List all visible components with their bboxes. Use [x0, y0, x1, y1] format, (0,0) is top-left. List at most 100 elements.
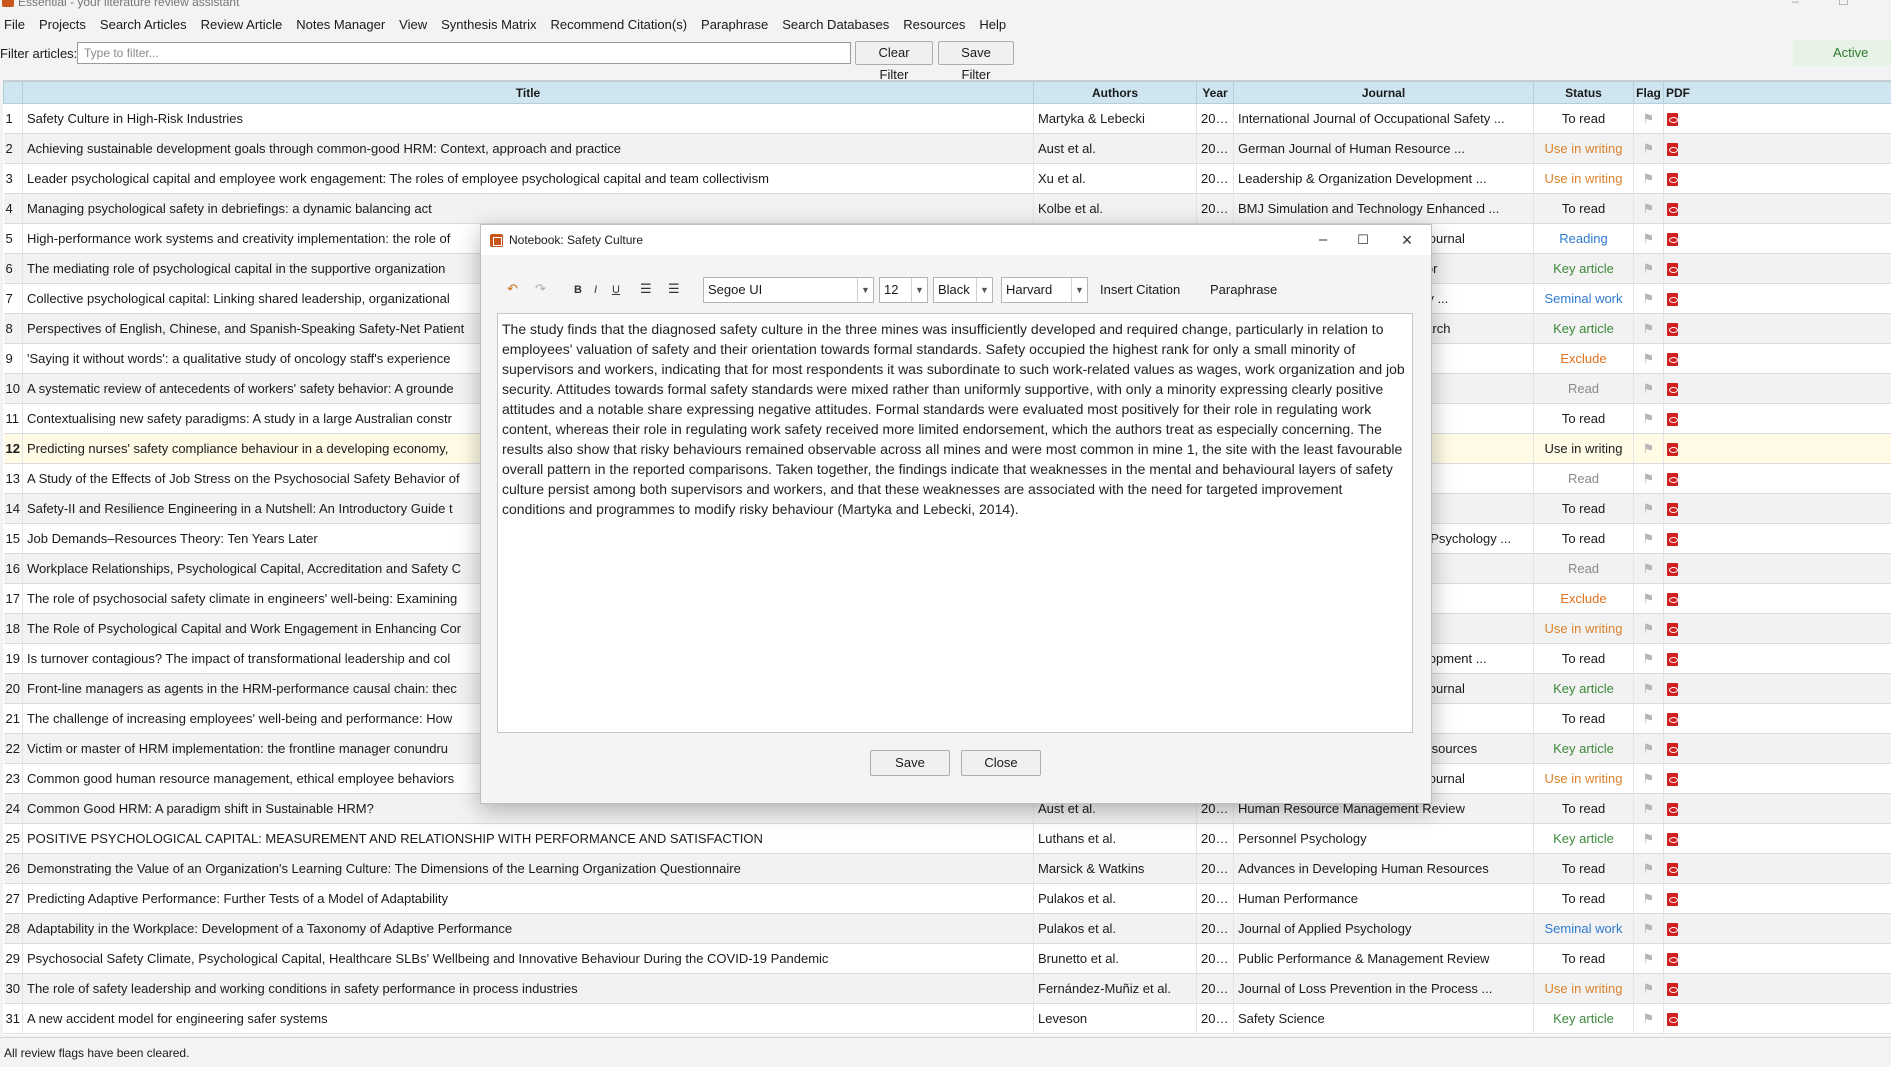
cell-status[interactable]: Read [1533, 463, 1634, 494]
cell-flag[interactable]: ⚑ [1633, 613, 1664, 644]
underline-icon[interactable]: U [612, 284, 620, 296]
cell-pdf[interactable] [1663, 493, 1891, 524]
cell-pdf[interactable] [1663, 973, 1891, 1004]
pdf-icon[interactable] [1667, 803, 1678, 817]
maximize-icon[interactable]: ☐ [1343, 227, 1383, 253]
cell-pdf[interactable] [1663, 283, 1891, 314]
table-row[interactable]: 26 Demonstrating the Value of an Organiza… [3, 853, 1891, 884]
cell-flag[interactable]: ⚑ [1633, 763, 1664, 794]
cell-pdf[interactable] [1663, 823, 1891, 854]
menu-recommend-citations[interactable]: Recommend Citation(s) [543, 14, 694, 36]
cell-flag[interactable]: ⚑ [1633, 373, 1664, 404]
cell-status[interactable]: Read [1533, 553, 1634, 584]
pdf-icon[interactable] [1667, 143, 1678, 157]
paraphrase-button[interactable]: Paraphrase [1210, 282, 1277, 297]
cell-flag[interactable]: ⚑ [1633, 943, 1664, 974]
column-header-title[interactable]: Title [22, 81, 1034, 104]
cell-pdf[interactable] [1663, 913, 1891, 944]
flag-icon[interactable]: ⚑ [1643, 891, 1655, 906]
cell-status[interactable]: To read [1533, 403, 1634, 434]
cell-status[interactable]: Key article [1533, 313, 1634, 344]
pdf-icon[interactable] [1667, 323, 1678, 337]
pdf-icon[interactable] [1667, 443, 1678, 457]
menu-review-article[interactable]: Review Article [194, 14, 290, 36]
pdf-icon[interactable] [1667, 293, 1678, 307]
flag-icon[interactable]: ⚑ [1643, 771, 1655, 786]
pdf-icon[interactable] [1667, 473, 1678, 487]
cell-pdf[interactable] [1663, 373, 1891, 404]
pdf-icon[interactable] [1667, 833, 1678, 847]
undo-icon[interactable]: ↶ [507, 281, 518, 297]
menu-notes-manager[interactable]: Notes Manager [289, 14, 392, 36]
pdf-icon[interactable] [1667, 863, 1678, 877]
cell-flag[interactable]: ⚑ [1633, 163, 1664, 194]
bullet-list-icon[interactable]: ☰ [640, 281, 652, 297]
pdf-icon[interactable] [1667, 983, 1678, 997]
cell-flag[interactable]: ⚑ [1633, 223, 1664, 254]
cell-flag[interactable]: ⚑ [1633, 523, 1664, 554]
menu-synthesis-matrix[interactable]: Synthesis Matrix [434, 14, 543, 36]
cell-status[interactable]: Key article [1533, 1003, 1634, 1034]
redo-icon[interactable]: ↷ [535, 281, 546, 297]
flag-icon[interactable]: ⚑ [1643, 201, 1655, 216]
cell-flag[interactable]: ⚑ [1633, 883, 1664, 914]
cell-status[interactable]: Exclude [1533, 583, 1634, 614]
save-filter-button[interactable]: Save Filter [938, 41, 1014, 82]
cell-status[interactable]: To read [1533, 793, 1634, 824]
flag-icon[interactable]: ⚑ [1643, 681, 1655, 696]
cell-status[interactable]: To read [1533, 853, 1634, 884]
cell-flag[interactable]: ⚑ [1633, 673, 1664, 704]
flag-icon[interactable]: ⚑ [1643, 621, 1655, 636]
cell-pdf[interactable] [1663, 403, 1891, 434]
cell-flag[interactable]: ⚑ [1633, 133, 1664, 164]
pdf-icon[interactable] [1667, 173, 1678, 187]
font-color-select[interactable]: Black ▼ [933, 277, 993, 303]
close-icon[interactable]: × [1387, 227, 1427, 253]
cell-flag[interactable]: ⚑ [1633, 733, 1664, 764]
maximize-icon[interactable]: ☐ [1838, 0, 1849, 8]
cell-status[interactable]: Seminal work [1533, 283, 1634, 314]
flag-icon[interactable]: ⚑ [1643, 321, 1655, 336]
cell-flag[interactable]: ⚑ [1633, 823, 1664, 854]
cell-flag[interactable]: ⚑ [1633, 343, 1664, 374]
table-row[interactable]: 25 POSITIVE PSYCHOLOGICAL CAPITAL: MEASUR… [3, 823, 1891, 854]
menu-view[interactable]: View [392, 14, 434, 36]
cell-flag[interactable]: ⚑ [1633, 973, 1664, 1004]
menu-search-databases[interactable]: Search Databases [775, 14, 896, 36]
flag-icon[interactable]: ⚑ [1643, 501, 1655, 516]
cell-status[interactable]: To read [1533, 703, 1634, 734]
pdf-icon[interactable] [1667, 113, 1678, 127]
flag-icon[interactable]: ⚑ [1643, 261, 1655, 276]
cell-pdf[interactable] [1663, 343, 1891, 374]
pdf-icon[interactable] [1667, 203, 1678, 217]
cell-pdf[interactable] [1663, 553, 1891, 584]
cell-status[interactable]: To read [1533, 943, 1634, 974]
column-header-pdf[interactable]: PDF [1663, 81, 1891, 104]
cell-flag[interactable]: ⚑ [1633, 283, 1664, 314]
cell-pdf[interactable] [1663, 1003, 1891, 1034]
italic-icon[interactable]: I [594, 284, 597, 296]
menu-file[interactable]: File [0, 14, 32, 36]
cell-status[interactable]: Key article [1533, 253, 1634, 284]
cell-flag[interactable]: ⚑ [1633, 703, 1664, 734]
minimize-icon[interactable]: – [1792, 0, 1799, 8]
cell-flag[interactable]: ⚑ [1633, 253, 1664, 284]
cell-status[interactable]: To read [1533, 523, 1634, 554]
menu-search-articles[interactable]: Search Articles [93, 14, 194, 36]
cell-flag[interactable]: ⚑ [1633, 433, 1664, 464]
flag-icon[interactable]: ⚑ [1643, 111, 1655, 126]
cell-flag[interactable]: ⚑ [1633, 103, 1664, 134]
cell-flag[interactable]: ⚑ [1633, 493, 1664, 524]
cell-flag[interactable]: ⚑ [1633, 853, 1664, 884]
bold-icon[interactable]: B [574, 284, 582, 296]
flag-icon[interactable]: ⚑ [1643, 471, 1655, 486]
column-header-index[interactable] [3, 81, 23, 104]
save-button[interactable]: Save [870, 750, 950, 776]
cell-status[interactable]: Use in writing [1533, 973, 1634, 1004]
pdf-icon[interactable] [1667, 503, 1678, 517]
table-row[interactable]: 1 Safety Culture in High-Risk Industries M… [3, 103, 1891, 134]
cell-flag[interactable]: ⚑ [1633, 583, 1664, 614]
column-header-authors[interactable]: Authors [1033, 81, 1197, 104]
pdf-icon[interactable] [1667, 263, 1678, 277]
pdf-icon[interactable] [1667, 233, 1678, 247]
